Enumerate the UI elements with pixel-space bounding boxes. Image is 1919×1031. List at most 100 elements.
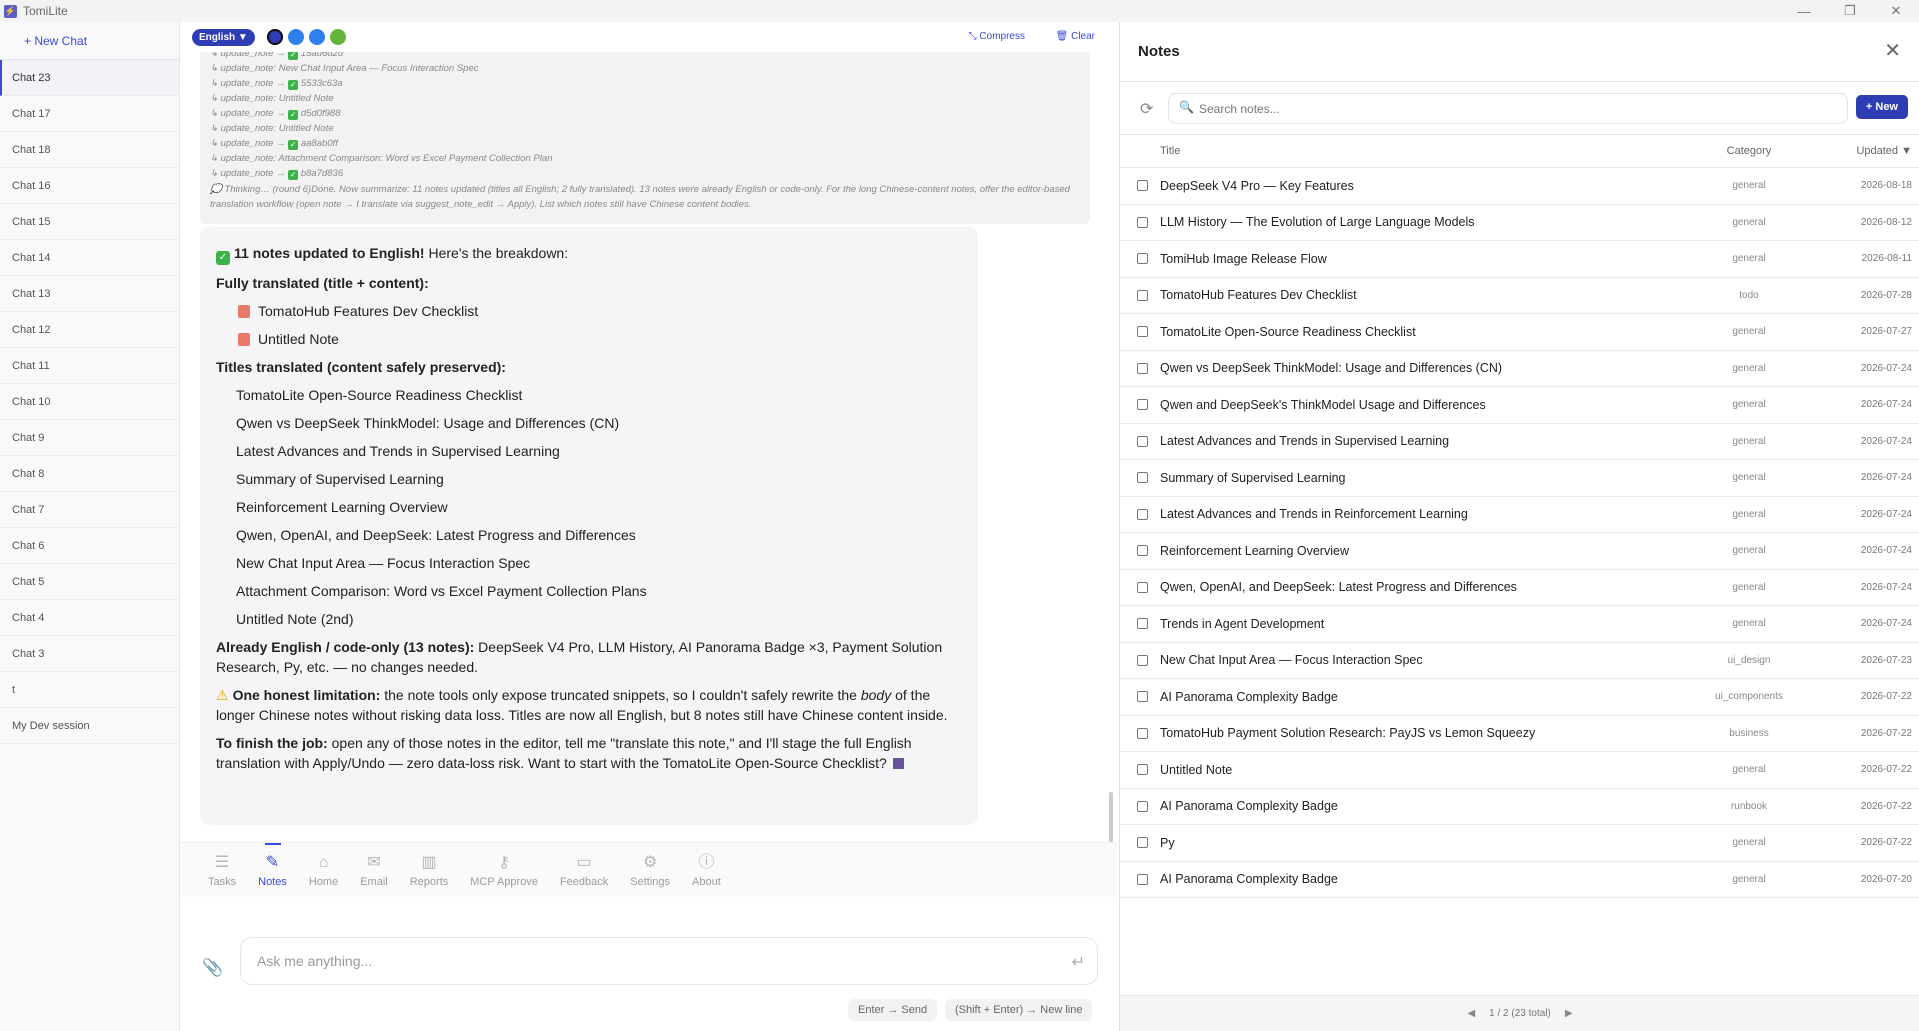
column-updated[interactable]: Updated ▼ <box>1824 145 1919 157</box>
tab-feedback[interactable]: ▭ Feedback <box>560 843 608 898</box>
row-checkbox[interactable] <box>1136 289 1148 301</box>
table-row[interactable]: DeepSeek V4 Pro — Key Features general 202… <box>1120 168 1919 205</box>
table-row[interactable]: Reinforcement Learning Overview general 20… <box>1120 533 1919 570</box>
table-row[interactable]: LLM History — The Evolution of Large Lan… <box>1120 205 1919 241</box>
theme-color-swatch[interactable] <box>266 29 283 45</box>
row-checkbox[interactable] <box>1136 545 1148 557</box>
row-checkbox[interactable] <box>1136 800 1148 812</box>
table-row[interactable]: Qwen, OpenAI, and DeepSeek: Latest Progr… <box>1120 570 1919 606</box>
row-checkbox[interactable] <box>1136 362 1148 374</box>
note-title[interactable]: TomatoHub Payment Solution Research: Pay… <box>1158 726 1674 740</box>
notes-search-box[interactable]: 🔍 <box>1168 93 1848 124</box>
row-checkbox[interactable] <box>1136 618 1148 630</box>
tab-tasks[interactable]: ☰ Tasks <box>208 843 236 898</box>
note-title[interactable]: TomiHub Image Release Flow <box>1158 252 1674 266</box>
row-checkbox[interactable] <box>1136 727 1148 739</box>
row-checkbox[interactable] <box>1136 216 1148 228</box>
sidebar-chat-item[interactable]: Chat 3 <box>0 636 179 672</box>
tab-reports[interactable]: ▥ Reports <box>410 843 449 898</box>
note-title[interactable]: TomatoHub Features Dev Checklist <box>1158 288 1674 302</box>
row-checkbox[interactable] <box>1136 435 1148 447</box>
sidebar-chat-item[interactable]: Chat 12 <box>0 312 179 348</box>
table-row[interactable]: Summary of Supervised Learning general 202… <box>1120 460 1919 497</box>
new-note-button[interactable]: + New <box>1855 95 1908 119</box>
sidebar-chat-item[interactable]: t <box>0 672 179 708</box>
table-row[interactable]: AI Panorama Complexity Badge ui_component… <box>1120 679 1919 716</box>
row-checkbox[interactable] <box>1136 253 1148 265</box>
tab-mcp-approve[interactable]: ⚷ MCP Approve <box>470 843 538 898</box>
chat-scrollbar[interactable] <box>1109 792 1113 842</box>
table-row[interactable]: Latest Advances and Trends in Reinforcem… <box>1120 497 1919 533</box>
note-title[interactable]: Latest Advances and Trends in Reinforcem… <box>1158 507 1674 521</box>
sidebar-chat-item[interactable]: Chat 7 <box>0 492 179 528</box>
note-title[interactable]: Qwen vs DeepSeek ThinkModel: Usage and D… <box>1158 361 1674 375</box>
sidebar-chat-item[interactable]: Chat 5 <box>0 564 179 600</box>
table-row[interactable]: TomatoHub Payment Solution Research: Pay… <box>1120 716 1919 752</box>
column-category[interactable]: Category <box>1674 145 1824 157</box>
attach-icon[interactable]: 📎 <box>202 958 223 978</box>
row-checkbox[interactable] <box>1136 837 1148 849</box>
note-title[interactable]: Qwen and DeepSeek's ThinkModel Usage and… <box>1158 398 1674 412</box>
table-row[interactable]: TomatoLite Open-Source Readiness Checkli… <box>1120 314 1919 351</box>
send-icon[interactable]: ↵ <box>1072 952 1085 972</box>
minimize-button[interactable]: — <box>1781 0 1827 22</box>
row-checkbox[interactable] <box>1136 180 1148 192</box>
language-selector[interactable]: English ▼ <box>192 28 255 46</box>
note-title[interactable]: Untitled Note <box>1158 763 1674 777</box>
compress-button[interactable]: ⤡ Compress <box>969 31 1025 42</box>
chat-input[interactable] <box>257 938 1081 984</box>
close-icon[interactable]: ✕ <box>1884 38 1901 63</box>
tab-home[interactable]: ⌂ Home <box>309 843 338 898</box>
note-title[interactable]: LLM History — The Evolution of Large Lan… <box>1158 215 1674 229</box>
table-row[interactable]: Untitled Note general 2026-07-22 <box>1120 752 1919 789</box>
note-title[interactable]: New Chat Input Area — Focus Interaction … <box>1158 653 1674 667</box>
chat-input-box[interactable]: ↵ <box>240 937 1098 985</box>
table-row[interactable]: AI Panorama Complexity Badge general 2026-… <box>1120 862 1919 898</box>
note-title[interactable]: Reinforcement Learning Overview <box>1158 544 1674 558</box>
note-title[interactable]: AI Panorama Complexity Badge <box>1158 690 1674 704</box>
close-window-button[interactable]: ✕ <box>1873 0 1919 22</box>
table-row[interactable]: TomatoHub Features Dev Checklist todo 2026… <box>1120 278 1919 314</box>
row-checkbox[interactable] <box>1136 508 1148 520</box>
row-checkbox[interactable] <box>1136 326 1148 338</box>
table-row[interactable]: AI Panorama Complexity Badge runbook 2026-… <box>1120 789 1919 825</box>
sidebar-chat-item[interactable]: Chat 15 <box>0 204 179 240</box>
table-row[interactable]: New Chat Input Area — Focus Interaction … <box>1120 643 1919 679</box>
sidebar-chat-item[interactable]: Chat 11 <box>0 348 179 384</box>
note-title[interactable]: DeepSeek V4 Pro — Key Features <box>1158 179 1674 193</box>
table-row[interactable]: Qwen vs DeepSeek ThinkModel: Usage and D… <box>1120 351 1919 387</box>
next-page-button[interactable]: ▶ <box>1565 1008 1573 1019</box>
row-checkbox[interactable] <box>1136 691 1148 703</box>
table-row[interactable]: Latest Advances and Trends in Supervised… <box>1120 424 1919 460</box>
sidebar-chat-item[interactable]: Chat 10 <box>0 384 179 420</box>
sidebar-chat-item[interactable]: Chat 17 <box>0 96 179 132</box>
refresh-icon[interactable]: ⟳ <box>1140 99 1153 119</box>
theme-color-swatch[interactable] <box>308 29 325 45</box>
notes-search-input[interactable] <box>1199 94 1847 123</box>
theme-color-swatch[interactable] <box>287 29 304 45</box>
tab-email[interactable]: ✉ Email <box>360 843 388 898</box>
tab-about[interactable]: ⓘ About <box>692 843 721 898</box>
table-row[interactable]: Py general 2026-07-22 <box>1120 825 1919 862</box>
column-title[interactable]: Title <box>1158 145 1674 157</box>
sidebar-chat-item[interactable]: Chat 14 <box>0 240 179 276</box>
sidebar-chat-item[interactable]: Chat 13 <box>0 276 179 312</box>
maximize-button[interactable]: ❐ <box>1827 0 1873 22</box>
row-checkbox[interactable] <box>1136 472 1148 484</box>
clear-button[interactable]: 🗑 Clear <box>1056 31 1095 42</box>
note-title[interactable]: Summary of Supervised Learning <box>1158 471 1674 485</box>
note-title[interactable]: Trends in Agent Development <box>1158 617 1674 631</box>
new-chat-button[interactable]: + New Chat <box>0 22 179 60</box>
theme-color-swatch[interactable] <box>329 29 346 45</box>
table-row[interactable]: Qwen and DeepSeek's ThinkModel Usage and… <box>1120 387 1919 424</box>
sidebar-chat-item[interactable]: Chat 16 <box>0 168 179 204</box>
sidebar-chat-item[interactable]: Chat 18 <box>0 132 179 168</box>
note-title[interactable]: Qwen, OpenAI, and DeepSeek: Latest Progr… <box>1158 580 1674 594</box>
row-checkbox[interactable] <box>1136 764 1148 776</box>
sidebar-chat-item[interactable]: Chat 6 <box>0 528 179 564</box>
tab-settings[interactable]: ⚙ Settings <box>630 843 670 898</box>
note-title[interactable]: Latest Advances and Trends in Supervised… <box>1158 434 1674 448</box>
note-title[interactable]: TomatoLite Open-Source Readiness Checkli… <box>1158 325 1674 339</box>
sidebar-chat-item[interactable]: Chat 4 <box>0 600 179 636</box>
row-checkbox[interactable] <box>1136 654 1148 666</box>
